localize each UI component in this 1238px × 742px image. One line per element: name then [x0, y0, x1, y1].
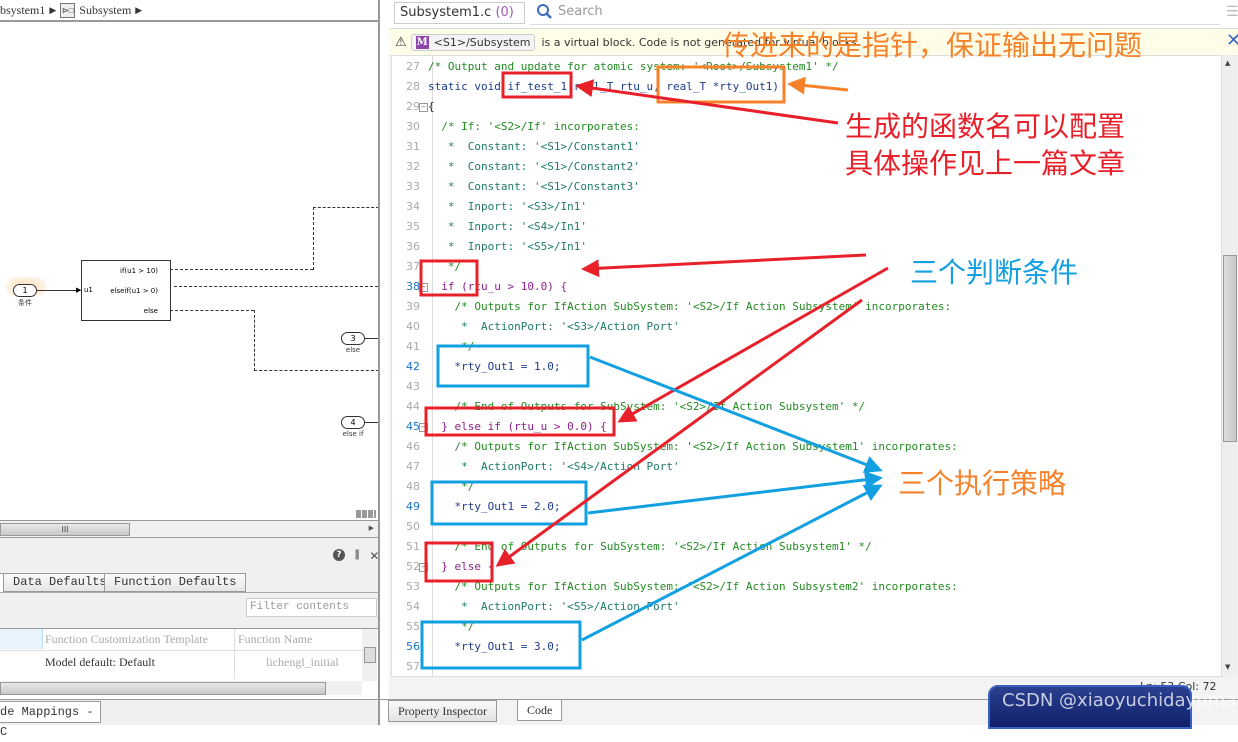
- annotation-funcname-note: 生成的函数名可以配置: [845, 110, 1126, 143]
- arrow-red: [495, 298, 863, 567]
- arrow-red: [575, 79, 839, 125]
- arrow-red: [617, 266, 889, 423]
- arrow-orange: [787, 76, 849, 95]
- highlight-box-pointer: [656, 65, 786, 104]
- highlight-box-if: [419, 259, 479, 297]
- highlight-box-else: [424, 541, 494, 583]
- annotation-conditions-note: 三个判断条件: [910, 256, 1079, 289]
- annotation-pointer-note: 传进来的是指针，保证输出无问题: [722, 29, 1143, 62]
- highlight-box-funcname: [501, 71, 573, 99]
- highlight-box-action1: [436, 344, 590, 388]
- annotation-funcname-note: 具体操作见上一篇文章: [845, 147, 1126, 180]
- watermark: CSDN @xiaoyuchidayuma: [1002, 690, 1237, 711]
- highlight-box-action3: [420, 620, 582, 670]
- highlight-box-elseif: [424, 406, 616, 437]
- annotation-actions-note: 三个执行策略: [898, 467, 1067, 500]
- arrow-red: [581, 253, 867, 278]
